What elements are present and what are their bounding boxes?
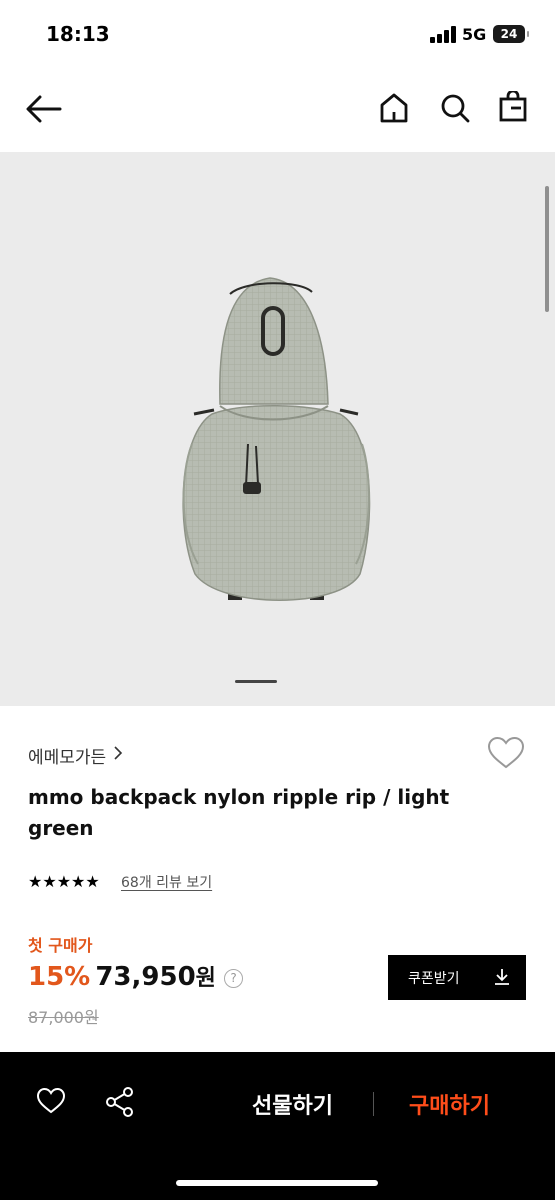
- heart-icon[interactable]: [36, 1087, 66, 1115]
- product-image-gallery[interactable]: [0, 152, 555, 706]
- network-label: 5G: [462, 25, 487, 44]
- star-rating: ★★★★★: [28, 872, 100, 891]
- brand-link[interactable]: 에메모가든: [28, 743, 106, 768]
- chevron-right-icon: [114, 746, 123, 760]
- battery-icon: 24: [493, 25, 529, 43]
- page-indicator: [235, 680, 277, 683]
- back-arrow-icon[interactable]: [26, 95, 62, 123]
- header: [0, 70, 555, 152]
- divider: [373, 1092, 374, 1116]
- heart-icon[interactable]: [487, 736, 525, 770]
- home-indicator: [176, 1180, 378, 1186]
- search-icon[interactable]: [439, 92, 471, 124]
- price-row: 15% 73,950원 ?: [28, 960, 244, 996]
- home-icon[interactable]: [379, 92, 409, 124]
- help-icon[interactable]: ?: [224, 969, 244, 988]
- signal-icon: [430, 26, 456, 43]
- status-bar: 18:13 5G 24: [0, 0, 555, 70]
- sale-price: 73,950: [95, 962, 196, 992]
- shopping-bag-icon[interactable]: [498, 91, 528, 123]
- review-link[interactable]: 68개 리뷰 보기: [121, 872, 212, 892]
- original-price: 87,000원: [28, 1008, 99, 1027]
- download-icon: [495, 969, 509, 985]
- gift-button[interactable]: 선물하기: [252, 1088, 333, 1120]
- first-purchase-label: 첫 구매가: [28, 936, 93, 955]
- status-time: 18:13: [46, 22, 110, 46]
- buy-button[interactable]: 구매하기: [409, 1088, 490, 1120]
- scroll-thumb[interactable]: [545, 186, 549, 312]
- bottom-action-bar: 선물하기 구매하기: [0, 1052, 555, 1200]
- coupon-label: 쿠폰받기: [408, 971, 460, 987]
- product-image: [182, 277, 371, 601]
- coupon-button[interactable]: 쿠폰받기: [388, 955, 526, 1000]
- product-title: mmo backpack nylon ripple rip / light gr…: [28, 785, 450, 840]
- share-icon[interactable]: [105, 1086, 135, 1118]
- currency-unit: 원: [195, 966, 216, 991]
- discount-rate: 15%: [28, 962, 91, 992]
